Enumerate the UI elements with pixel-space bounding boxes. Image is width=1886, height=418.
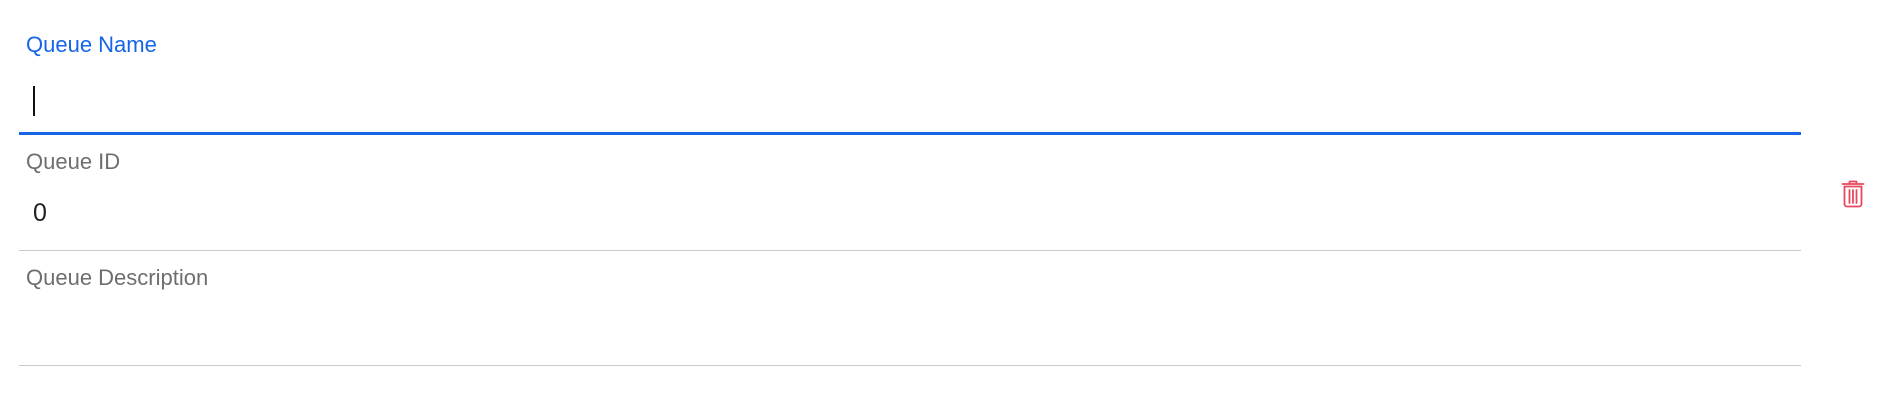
queue-id-input[interactable] [19,196,1801,230]
queue-name-field[interactable]: Queue Name [19,0,1801,135]
queue-name-input[interactable] [19,83,1801,117]
queue-id-label: Queue ID [26,149,121,174]
queue-name-label: Queue Name [26,32,157,57]
queue-form: Queue Name Queue ID Queue Description [19,0,1801,366]
queue-description-label: Queue Description [26,265,209,290]
queue-description-input[interactable] [19,312,1801,346]
delete-queue-button[interactable] [1841,180,1865,208]
queue-description-field[interactable]: Queue Description [19,251,1801,366]
trash-icon [1841,180,1865,208]
queue-id-field[interactable]: Queue ID [19,135,1801,251]
text-cursor [33,86,35,116]
